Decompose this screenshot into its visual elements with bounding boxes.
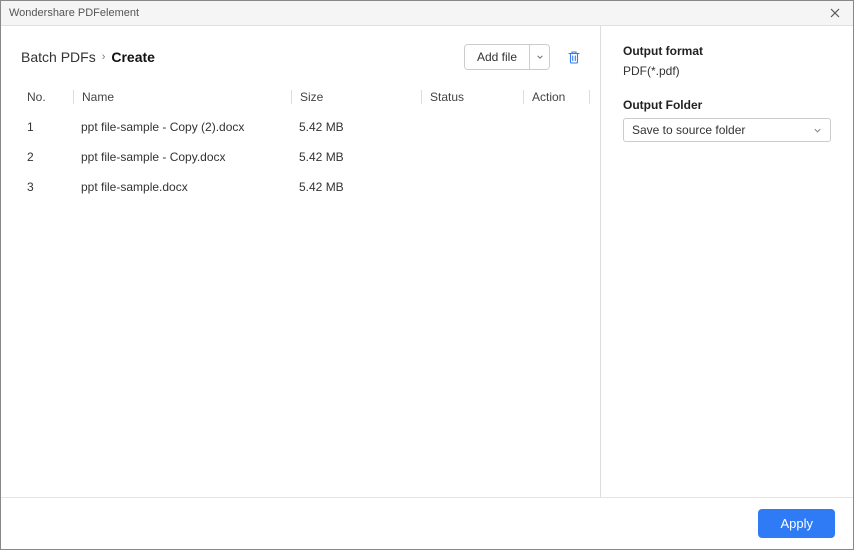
output-folder-select[interactable]: Save to source folder <box>623 118 831 142</box>
col-header-size: Size <box>291 90 421 104</box>
chevron-down-icon <box>536 53 544 61</box>
breadcrumb-row: Batch PDFs › Create Add file <box>21 44 590 70</box>
cell-action <box>523 180 590 194</box>
trash-icon <box>566 49 582 65</box>
main-panel: Batch PDFs › Create Add file <box>1 26 601 497</box>
cell-no: 2 <box>21 150 73 164</box>
output-folder-selected: Save to source folder <box>632 123 745 137</box>
col-header-no: No. <box>21 90 73 104</box>
toolbar-right: Add file <box>464 44 584 70</box>
titlebar: Wondershare PDFelement <box>1 1 853 26</box>
cell-size: 5.42 MB <box>291 150 421 164</box>
output-folder-label: Output Folder <box>623 98 831 112</box>
add-file-group: Add file <box>464 44 550 70</box>
cell-size: 5.42 MB <box>291 180 421 194</box>
cell-name: ppt file-sample.docx <box>73 180 291 194</box>
output-format-label: Output format <box>623 44 831 58</box>
table-header: No. Name Size Status Action <box>21 84 590 110</box>
cell-action <box>523 120 590 134</box>
cell-status <box>421 180 523 194</box>
close-icon <box>830 8 840 18</box>
cell-size: 5.42 MB <box>291 120 421 134</box>
delete-button[interactable] <box>564 47 584 67</box>
cell-action <box>523 150 590 164</box>
window-title: Wondershare PDFelement <box>9 7 139 19</box>
table-row[interactable]: 1 ppt file-sample - Copy (2).docx 5.42 M… <box>21 112 590 142</box>
breadcrumb-current: Create <box>111 49 155 65</box>
table-row[interactable]: 2 ppt file-sample - Copy.docx 5.42 MB <box>21 142 590 172</box>
add-file-button[interactable]: Add file <box>465 45 529 69</box>
col-header-status: Status <box>421 90 523 104</box>
output-format-value: PDF(*.pdf) <box>623 64 831 78</box>
footer: Apply <box>1 497 853 549</box>
cell-no: 3 <box>21 180 73 194</box>
app-window: Wondershare PDFelement Batch PDFs › Crea… <box>0 0 854 550</box>
breadcrumb: Batch PDFs › Create <box>21 49 155 65</box>
close-button[interactable] <box>825 3 845 23</box>
chevron-down-icon <box>813 126 822 135</box>
apply-button[interactable]: Apply <box>758 509 835 538</box>
cell-name: ppt file-sample - Copy (2).docx <box>73 120 291 134</box>
cell-no: 1 <box>21 120 73 134</box>
cell-name: ppt file-sample - Copy.docx <box>73 150 291 164</box>
side-panel: Output format PDF(*.pdf) Output Folder S… <box>601 26 853 497</box>
cell-status <box>421 120 523 134</box>
col-header-name: Name <box>73 90 291 104</box>
content: Batch PDFs › Create Add file <box>1 26 853 497</box>
add-file-dropdown[interactable] <box>529 45 549 69</box>
chevron-right-icon: › <box>102 51 106 63</box>
breadcrumb-root[interactable]: Batch PDFs <box>21 49 96 65</box>
cell-status <box>421 150 523 164</box>
table-row[interactable]: 3 ppt file-sample.docx 5.42 MB <box>21 172 590 202</box>
table-body: 1 ppt file-sample - Copy (2).docx 5.42 M… <box>21 112 590 202</box>
col-header-action: Action <box>523 90 590 104</box>
